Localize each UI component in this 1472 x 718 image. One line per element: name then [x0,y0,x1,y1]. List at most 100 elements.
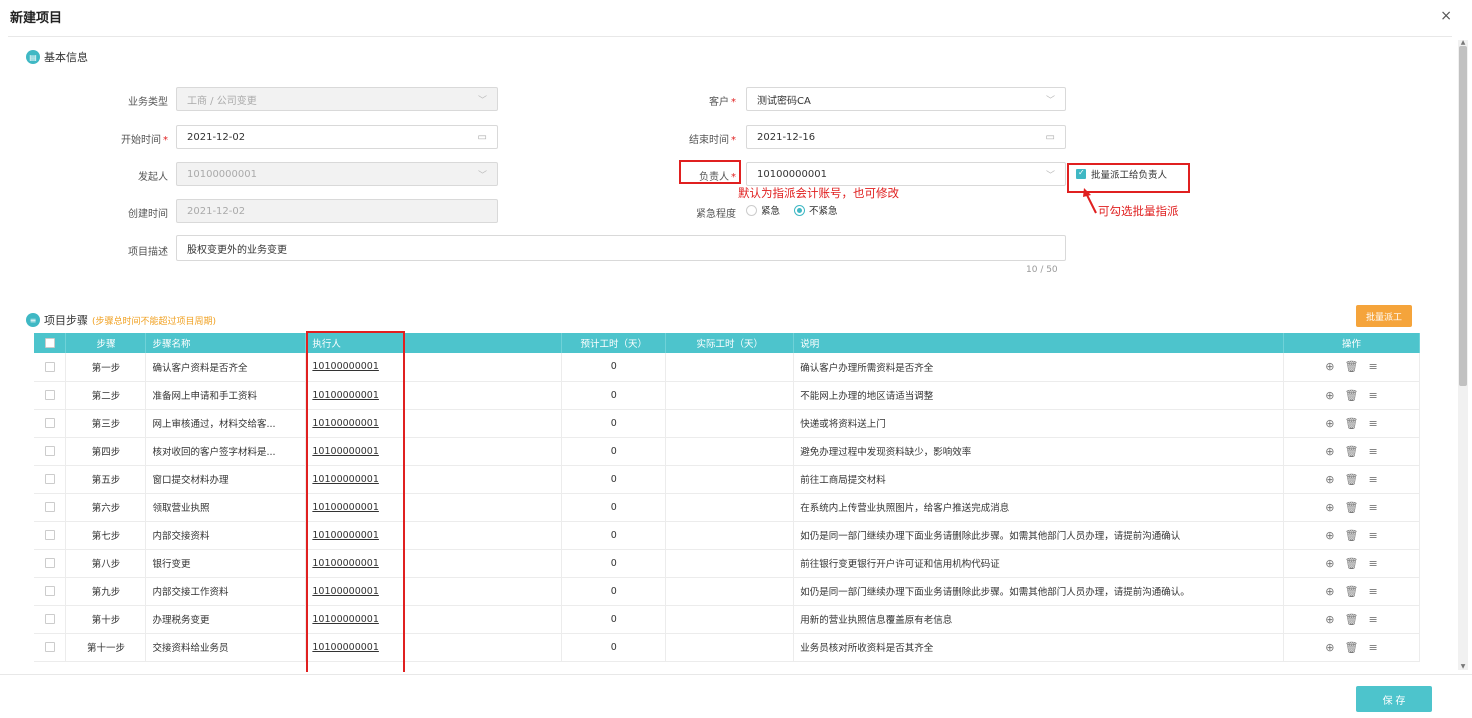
end-time-picker[interactable]: 2021-12-16 ▭ [746,125,1066,149]
actual-hours-cell[interactable] [665,605,795,634]
row-select-cell[interactable] [34,605,67,634]
customer-select[interactable]: 测试密码CA ﹀ [746,87,1066,111]
actual-hours-cell[interactable] [665,549,795,578]
row-checkbox[interactable] [44,586,55,596]
actual-hours-cell[interactable] [665,381,795,410]
row-checkbox[interactable] [44,418,55,428]
description-cell[interactable]: 在系统内上传营业执照图片，给客户推送完成消息 [793,493,1284,522]
urgent-radio[interactable] [746,204,757,216]
add-icon[interactable]: ⊕ [1325,501,1334,514]
row-checkbox[interactable] [44,642,55,652]
row-select-cell[interactable] [34,353,67,382]
actual-hours-cell[interactable] [665,493,795,522]
description-cell[interactable]: 业务员核对所收资料是否其齐全 [793,633,1284,662]
delete-icon[interactable]: 🗑 [1345,389,1359,402]
actual-hours-cell[interactable] [665,353,795,382]
delete-icon[interactable]: 🗑 [1345,585,1359,598]
delete-icon[interactable]: 🗑 [1345,529,1359,542]
select-all-checkbox[interactable] [44,338,55,348]
step-name-cell[interactable]: 网上审核通过，材料交给客... [145,409,307,438]
menu-icon[interactable]: ≡ [1368,529,1377,542]
row-checkbox[interactable] [44,390,55,400]
row-checkbox[interactable] [44,614,55,624]
description-cell[interactable]: 前往银行变更银行开户许可证和信用机构代码证 [793,549,1284,578]
delete-icon[interactable]: 🗑 [1345,473,1359,486]
add-icon[interactable]: ⊕ [1325,641,1334,654]
row-select-cell[interactable] [34,549,67,578]
step-name-cell[interactable]: 窗口提交材料办理 [145,465,307,494]
delete-icon[interactable]: 🗑 [1345,613,1359,626]
close-icon[interactable]: × [1440,8,1452,24]
row-checkbox[interactable] [44,361,55,372]
actual-hours-cell[interactable] [665,577,795,606]
est-hours-cell[interactable]: 0 [561,493,667,522]
row-select-cell[interactable] [34,633,67,662]
scroll-down-arrow[interactable]: ▼ [1458,664,1468,670]
actual-hours-cell[interactable] [665,437,795,466]
delete-icon[interactable]: 🗑 [1345,445,1359,458]
row-select-cell[interactable] [34,521,67,550]
est-hours-cell[interactable]: 0 [561,521,667,550]
add-icon[interactable]: ⊕ [1325,360,1334,373]
menu-icon[interactable]: ≡ [1368,501,1377,514]
start-time-picker[interactable]: 2021-12-02 ▭ [176,125,498,149]
actual-hours-cell[interactable] [665,465,795,494]
est-hours-cell[interactable]: 0 [561,437,667,466]
step-name-cell[interactable]: 内部交接资料 [145,521,307,550]
menu-icon[interactable]: ≡ [1368,360,1377,373]
actual-hours-cell[interactable] [665,409,795,438]
delete-icon[interactable]: 🗑 [1345,501,1359,514]
row-select-cell[interactable] [34,409,67,438]
description-cell[interactable]: 如仍是同一部门继续办理下面业务请删除此步骤。如需其他部门人员办理，请提前沟通确认… [793,577,1284,606]
add-icon[interactable]: ⊕ [1325,473,1334,486]
delete-icon[interactable]: 🗑 [1345,417,1359,430]
description-cell[interactable]: 避免办理过程中发现资料缺少，影响效率 [793,437,1284,466]
est-hours-cell[interactable]: 0 [561,549,667,578]
row-select-cell[interactable] [34,465,67,494]
add-icon[interactable]: ⊕ [1325,557,1334,570]
menu-icon[interactable]: ≡ [1368,641,1377,654]
row-select-cell[interactable] [34,577,67,606]
description-cell[interactable]: 确认客户办理所需资料是否齐全 [793,353,1284,382]
description-cell[interactable]: 快递或将资料送上门 [793,409,1284,438]
menu-icon[interactable]: ≡ [1368,417,1377,430]
select-all-header[interactable] [34,333,67,353]
add-icon[interactable]: ⊕ [1325,613,1334,626]
delete-icon[interactable]: 🗑 [1345,641,1359,654]
owner-select[interactable]: 10100000001 ﹀ [746,162,1066,186]
step-name-cell[interactable]: 内部交接工作资料 [145,577,307,606]
description-cell[interactable]: 不能网上办理的地区请适当调整 [793,381,1284,410]
step-name-cell[interactable]: 领取营业执照 [145,493,307,522]
add-icon[interactable]: ⊕ [1325,389,1334,402]
batch-dispatch-button[interactable]: 批量派工 [1356,305,1413,327]
add-icon[interactable]: ⊕ [1325,445,1334,458]
step-name-cell[interactable]: 准备网上申请和手工资料 [145,381,307,410]
not-urgent-radio[interactable] [794,204,806,216]
menu-icon[interactable]: ≡ [1368,557,1377,570]
business-type-select[interactable]: 工商 / 公司变更 ﹀ [176,87,498,111]
step-name-cell[interactable]: 确认客户资料是否齐全 [145,353,307,382]
row-checkbox[interactable] [44,446,55,456]
add-icon[interactable]: ⊕ [1325,417,1334,430]
delete-icon[interactable]: 🗑 [1345,557,1359,570]
menu-icon[interactable]: ≡ [1368,445,1377,458]
est-hours-cell[interactable]: 0 [561,465,667,494]
row-select-cell[interactable] [34,381,67,410]
est-hours-cell[interactable]: 0 [561,381,667,410]
menu-icon[interactable]: ≡ [1368,585,1377,598]
actual-hours-cell[interactable] [665,633,795,662]
row-select-cell[interactable] [34,437,67,466]
step-name-cell[interactable]: 交接资料给业务员 [145,633,307,662]
step-name-cell[interactable]: 办理税务变更 [145,605,307,634]
est-hours-cell[interactable]: 0 [561,577,667,606]
row-select-cell[interactable] [34,493,67,522]
save-button[interactable]: 保 存 [1356,686,1432,712]
delete-icon[interactable]: 🗑 [1345,360,1359,373]
step-name-cell[interactable]: 银行变更 [145,549,307,578]
description-cell[interactable]: 前往工商局提交材料 [793,465,1284,494]
step-name-cell[interactable]: 核对收回的客户签字材料是... [145,437,307,466]
row-checkbox[interactable] [44,558,55,568]
menu-icon[interactable]: ≡ [1368,473,1377,486]
description-cell[interactable]: 如仍是同一部门继续办理下面业务请删除此步骤。如需其他部门人员办理，请提前沟通确认 [793,521,1284,550]
row-checkbox[interactable] [44,474,55,484]
